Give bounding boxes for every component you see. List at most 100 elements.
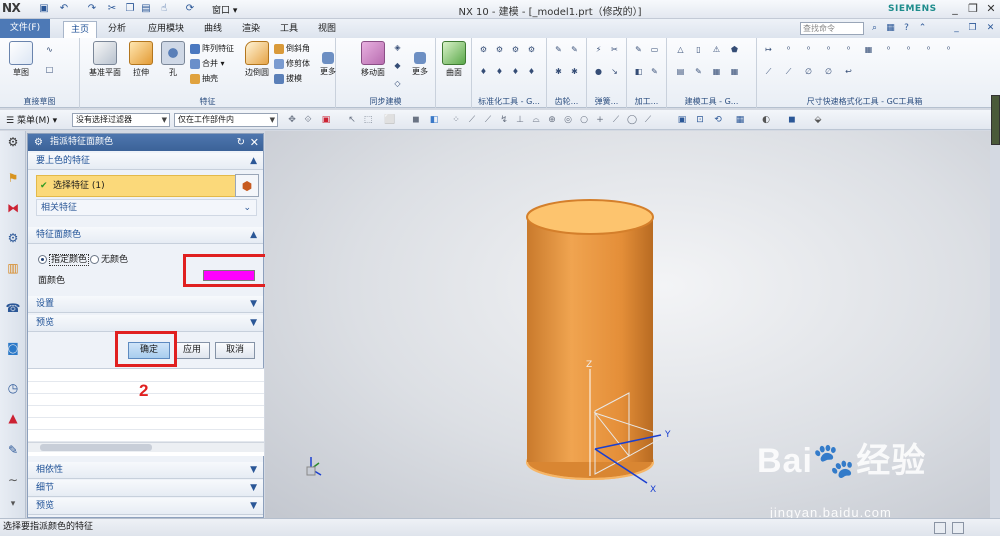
pull-face-icon[interactable]: ◈ (392, 42, 403, 53)
dim-tool-icon-12[interactable]: ⟋ (783, 66, 794, 77)
std-tool-icon-1[interactable]: ⚙ (478, 44, 489, 55)
apply-button[interactable]: 应用 (174, 342, 210, 359)
fit-view-icon[interactable]: ▣ (676, 114, 688, 126)
dim-tool-icon-2[interactable]: ⁰ (783, 44, 794, 55)
select-all-icon[interactable]: ▣ (320, 114, 332, 126)
select-feature-row[interactable]: ✔ 选择特征 (1) (36, 175, 244, 197)
snap-point-icon[interactable]: ⁘ (450, 114, 462, 126)
select-icon[interactable]: ⟐ (302, 114, 314, 126)
scrollbar-thumb[interactable] (40, 444, 152, 451)
resource-bar-more-icon[interactable]: ▾ (4, 495, 22, 513)
section-dependency[interactable]: 相依性 ▼ (28, 462, 263, 479)
dim-tool-icon-8[interactable]: ⁰ (903, 44, 914, 55)
hd3d-tools-icon[interactable]: ☎ (4, 299, 22, 317)
repeat-command-icon[interactable]: ⟳ (184, 3, 196, 15)
existing-point-icon[interactable]: ○ (578, 114, 590, 126)
tab-analysis[interactable]: 分析 (102, 21, 132, 38)
part-navigator-icon[interactable]: ⚙ (4, 229, 22, 247)
model-tool-icon-4[interactable]: ⬟ (729, 44, 740, 55)
std-tool-icon-8[interactable]: ♦ (526, 66, 537, 77)
surface-button[interactable]: 曲面 (437, 41, 471, 78)
assembly-navigator-icon[interactable]: ⚑ (4, 169, 22, 187)
paste-icon[interactable]: ▤ (140, 3, 152, 15)
no-color-radio[interactable]: 无颜色 (90, 254, 128, 266)
pattern-feature-button[interactable]: 阵列特征 (190, 42, 234, 55)
doc-close-icon[interactable]: ✕ (984, 22, 997, 35)
minimize-button[interactable]: _ (948, 2, 962, 16)
specify-color-radio[interactable]: 指定颜色 (38, 254, 90, 266)
dim-tool-icon-9[interactable]: ⁰ (923, 44, 934, 55)
cut-icon[interactable]: ✂ (106, 3, 118, 15)
tab-home[interactable]: 主页 (63, 21, 97, 38)
feature-more-button[interactable]: 更多 (318, 52, 338, 77)
section-features-to-color[interactable]: 要上色的特征 ▲ (28, 153, 263, 170)
std-tool-icon-5[interactable]: ♦ (478, 66, 489, 77)
copy-icon[interactable]: ❐ (124, 3, 136, 15)
render-style-icon[interactable]: ◐ (760, 114, 772, 126)
gear-tool-icon-1[interactable]: ✎ (553, 44, 564, 55)
search-icon[interactable]: ⌕ (868, 22, 881, 35)
datum-plane-button[interactable]: 基准平面 (88, 41, 122, 78)
endpoint-icon[interactable]: ⟋ (466, 114, 478, 126)
related-features-row[interactable]: 相关特征 ⌄ (36, 199, 257, 216)
move-face-button[interactable]: 移动面 (356, 41, 390, 78)
help-icon[interactable]: ? (900, 22, 913, 35)
arc-center-icon[interactable]: ⌓ (530, 114, 542, 126)
dim-tool-icon-10[interactable]: ⁰ (943, 44, 954, 55)
offset-region-icon[interactable]: ◆ (392, 60, 403, 71)
model-tool-icon-8[interactable]: ▦ (729, 66, 740, 77)
gear-tool-icon-2[interactable]: ✎ (569, 44, 580, 55)
point-on-curve-icon[interactable]: + (594, 114, 606, 126)
std-tool-icon-7[interactable]: ♦ (510, 66, 521, 77)
web-browser-icon[interactable]: ◙ (4, 339, 22, 357)
dim-tool-icon-13[interactable]: ∅ (803, 66, 814, 77)
snap-icon[interactable]: ✥ (286, 114, 298, 126)
model-tool-icon-2[interactable]: ▯ (693, 44, 704, 55)
spring-tool-icon-4[interactable]: ↘ (609, 66, 620, 77)
point-on-face-icon[interactable]: ⟋ (610, 114, 622, 126)
pole-icon[interactable]: ⟋ (642, 114, 654, 126)
edge-blend-button[interactable]: 边倒圆 (240, 41, 274, 78)
gear-icon[interactable]: ⚙ (34, 134, 43, 151)
tab-tools[interactable]: 工具 (274, 21, 304, 38)
std-tool-icon-3[interactable]: ⚙ (510, 44, 521, 55)
shell-button[interactable]: 抽壳 (190, 72, 218, 85)
brush-icon[interactable]: ⬚ (362, 114, 374, 126)
midpoint-icon[interactable]: ⟋ (482, 114, 494, 126)
menu-button[interactable]: ☰ 菜单(M) ▾ (6, 113, 57, 126)
model-tool-icon-6[interactable]: ✎ (693, 66, 704, 77)
dim-tool-icon-5[interactable]: ⁰ (843, 44, 854, 55)
std-tool-icon-4[interactable]: ⚙ (526, 44, 537, 55)
model-tool-icon-5[interactable]: ▤ (675, 66, 686, 77)
bounding-box-icon[interactable]: ◯ (626, 114, 638, 126)
restore-button[interactable]: ❐ (966, 2, 980, 16)
spring-tool-icon-2[interactable]: ✂ (609, 44, 620, 55)
model-tool-icon-1[interactable]: △ (675, 44, 686, 55)
dim-tool-icon-7[interactable]: ⁰ (883, 44, 894, 55)
machining-tool-icon-4[interactable]: ✎ (649, 66, 660, 77)
close-button[interactable]: ✕ (984, 2, 998, 16)
status-icon-1[interactable] (934, 522, 946, 534)
section-preview[interactable]: 预览 ▼ (28, 315, 263, 332)
doc-minimize-icon[interactable]: _ (950, 22, 963, 35)
dim-tool-icon-3[interactable]: ⁰ (803, 44, 814, 55)
status-icon-2[interactable] (952, 522, 964, 534)
rectangle-icon[interactable]: □ (44, 64, 55, 75)
machining-tool-icon-1[interactable]: ✎ (633, 44, 644, 55)
chamfer-button[interactable]: 倒斜角 (274, 42, 310, 55)
type-filter-select[interactable]: 没有选择过滤器 ▼ (72, 113, 170, 127)
trim-body-button[interactable]: 修剪体 (274, 57, 310, 70)
feature-select-button[interactable]: ⬢ (235, 174, 259, 197)
model-tool-icon-7[interactable]: ▦ (711, 66, 722, 77)
process-studio-icon[interactable]: ✎ (4, 441, 22, 459)
spring-tool-icon-1[interactable]: ⚡ (593, 44, 604, 55)
dim-tool-icon-6[interactable]: ▦ (863, 44, 874, 55)
model-tool-icon-3[interactable]: ⚠ (711, 44, 722, 55)
machining-tool-icon-2[interactable]: ▭ (649, 44, 660, 55)
system-materials-icon[interactable]: ▲ (4, 409, 22, 427)
intersection-icon[interactable]: ⊥ (514, 114, 526, 126)
reset-icon[interactable]: ↻ (237, 134, 245, 151)
hole-button[interactable]: 孔 (156, 41, 190, 78)
dim-tool-icon-15[interactable]: ↩ (843, 66, 854, 77)
dim-tool-icon-1[interactable]: ↦ (763, 44, 774, 55)
